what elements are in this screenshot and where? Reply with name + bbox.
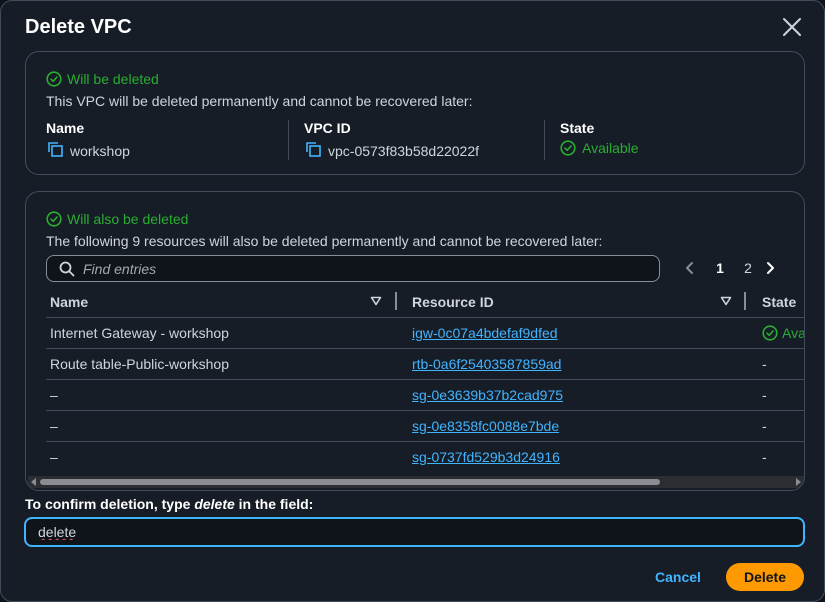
column-resize-handle[interactable] — [395, 292, 397, 310]
table-row: – sg-0e3639b37b2cad975 - — [46, 380, 804, 411]
cancel-button[interactable]: Cancel — [649, 565, 707, 589]
name-label: Name — [46, 120, 85, 136]
will-be-deleted-status: Will be deleted — [46, 71, 159, 87]
name-value: workshop — [70, 142, 130, 159]
row-state: - — [762, 356, 767, 372]
resources-table: Name Resource ID State Internet Gateway … — [46, 288, 805, 473]
confirm-delete-input[interactable] — [24, 517, 805, 547]
table-row: – sg-0737fd529b3d24916 - — [46, 442, 804, 473]
row-state-text: Ava — [782, 325, 805, 341]
sort-down-icon[interactable] — [370, 295, 382, 307]
status-text: Will be deleted — [67, 71, 159, 87]
find-entries-search[interactable] — [46, 255, 660, 282]
scroll-right-arrow-icon[interactable] — [794, 478, 802, 486]
state-value-row: Available — [560, 140, 639, 156]
vpc-id-value-row: vpc-0573f83b58d22022f — [304, 140, 479, 161]
copy-icon[interactable] — [46, 140, 64, 161]
check-circle-icon — [46, 71, 62, 87]
status-text: Will also be deleted — [67, 211, 189, 227]
row-state: - — [762, 387, 767, 403]
state-value: Available — [582, 140, 639, 156]
confirm-label-prefix: To confirm deletion, type — [25, 496, 195, 512]
vpc-id-value: vpc-0573f83b58d22022f — [328, 142, 480, 159]
modal-title: Delete VPC — [25, 16, 132, 38]
row-name: – — [50, 418, 58, 434]
table-row: Route table-Public-workshop rtb-0a6f2540… — [46, 349, 804, 380]
modal-header: Delete VPC — [1, 1, 824, 51]
row-state: Ava — [762, 325, 805, 341]
check-circle-icon — [46, 211, 62, 227]
search-icon — [59, 261, 75, 276]
confirm-label-suffix: in the field: — [234, 496, 314, 512]
row-resource-id-link[interactable]: sg-0e3639b37b2cad975 — [412, 387, 563, 403]
column-header-resource-id[interactable]: Resource ID — [412, 294, 494, 310]
row-state: - — [762, 418, 767, 434]
modal-footer: Cancel Delete — [1, 553, 824, 601]
name-value-row: workshop — [46, 140, 130, 161]
confirm-label-keyword: delete — [194, 496, 235, 512]
table-header: Name Resource ID State — [46, 288, 804, 318]
page-2[interactable]: 2 — [734, 260, 762, 276]
row-resource-id-link[interactable]: sg-0737fd529b3d24916 — [412, 449, 560, 465]
resources-card: Will also be deleted The following 9 res… — [25, 191, 805, 491]
name-field: Name workshop — [46, 120, 130, 161]
pagination: 1 2 — [682, 260, 778, 276]
row-name: – — [50, 449, 58, 465]
state-field: State Available — [560, 120, 639, 156]
row-resource-id-link[interactable]: igw-0c07a4bdefaf9dfed — [412, 325, 558, 341]
copy-icon[interactable] — [304, 140, 322, 161]
scrollbar-thumb[interactable] — [40, 479, 660, 485]
row-state: - — [762, 449, 767, 465]
delete-button[interactable]: Delete — [726, 563, 804, 591]
horizontal-scrollbar[interactable] — [28, 476, 804, 488]
chevron-left-icon[interactable] — [682, 260, 698, 276]
vpc-summary-card: Will be deleted This VPC will be deleted… — [25, 51, 805, 175]
state-label: State — [560, 120, 595, 136]
row-name: Route table-Public-workshop — [50, 356, 229, 372]
close-icon[interactable] — [780, 15, 804, 39]
vpc-id-label: VPC ID — [304, 120, 351, 136]
row-resource-id-link[interactable]: rtb-0a6f25403587859ad — [412, 356, 561, 372]
check-circle-icon — [560, 140, 576, 156]
will-also-be-deleted-status: Will also be deleted — [46, 211, 188, 227]
confirm-label: To confirm deletion, type delete in the … — [25, 496, 313, 512]
divider — [288, 120, 289, 160]
sort-down-icon[interactable] — [720, 295, 732, 307]
column-header-name[interactable]: Name — [50, 294, 88, 310]
row-name: Internet Gateway - workshop — [50, 325, 229, 341]
divider — [544, 120, 545, 160]
check-circle-icon — [762, 325, 778, 341]
delete-vpc-modal: Delete VPC Will be deleted This VPC will… — [0, 0, 825, 602]
page-1[interactable]: 1 — [706, 260, 734, 276]
vpc-description: This VPC will be deleted permanently and… — [46, 93, 473, 109]
column-resize-handle[interactable] — [744, 292, 746, 310]
scroll-left-arrow-icon[interactable] — [30, 478, 38, 486]
row-name: – — [50, 387, 58, 403]
table-row: – sg-0e8358fc0088e7bde - — [46, 411, 804, 442]
row-resource-id-link[interactable]: sg-0e8358fc0088e7bde — [412, 418, 559, 434]
column-header-state[interactable]: State — [762, 294, 796, 310]
search-input[interactable] — [83, 260, 623, 277]
table-row: Internet Gateway - workshop igw-0c07a4bd… — [46, 318, 805, 349]
vpc-id-field: VPC ID vpc-0573f83b58d22022f — [304, 120, 479, 161]
chevron-right-icon[interactable] — [762, 260, 778, 276]
resources-description: The following 9 resources will also be d… — [46, 233, 603, 249]
